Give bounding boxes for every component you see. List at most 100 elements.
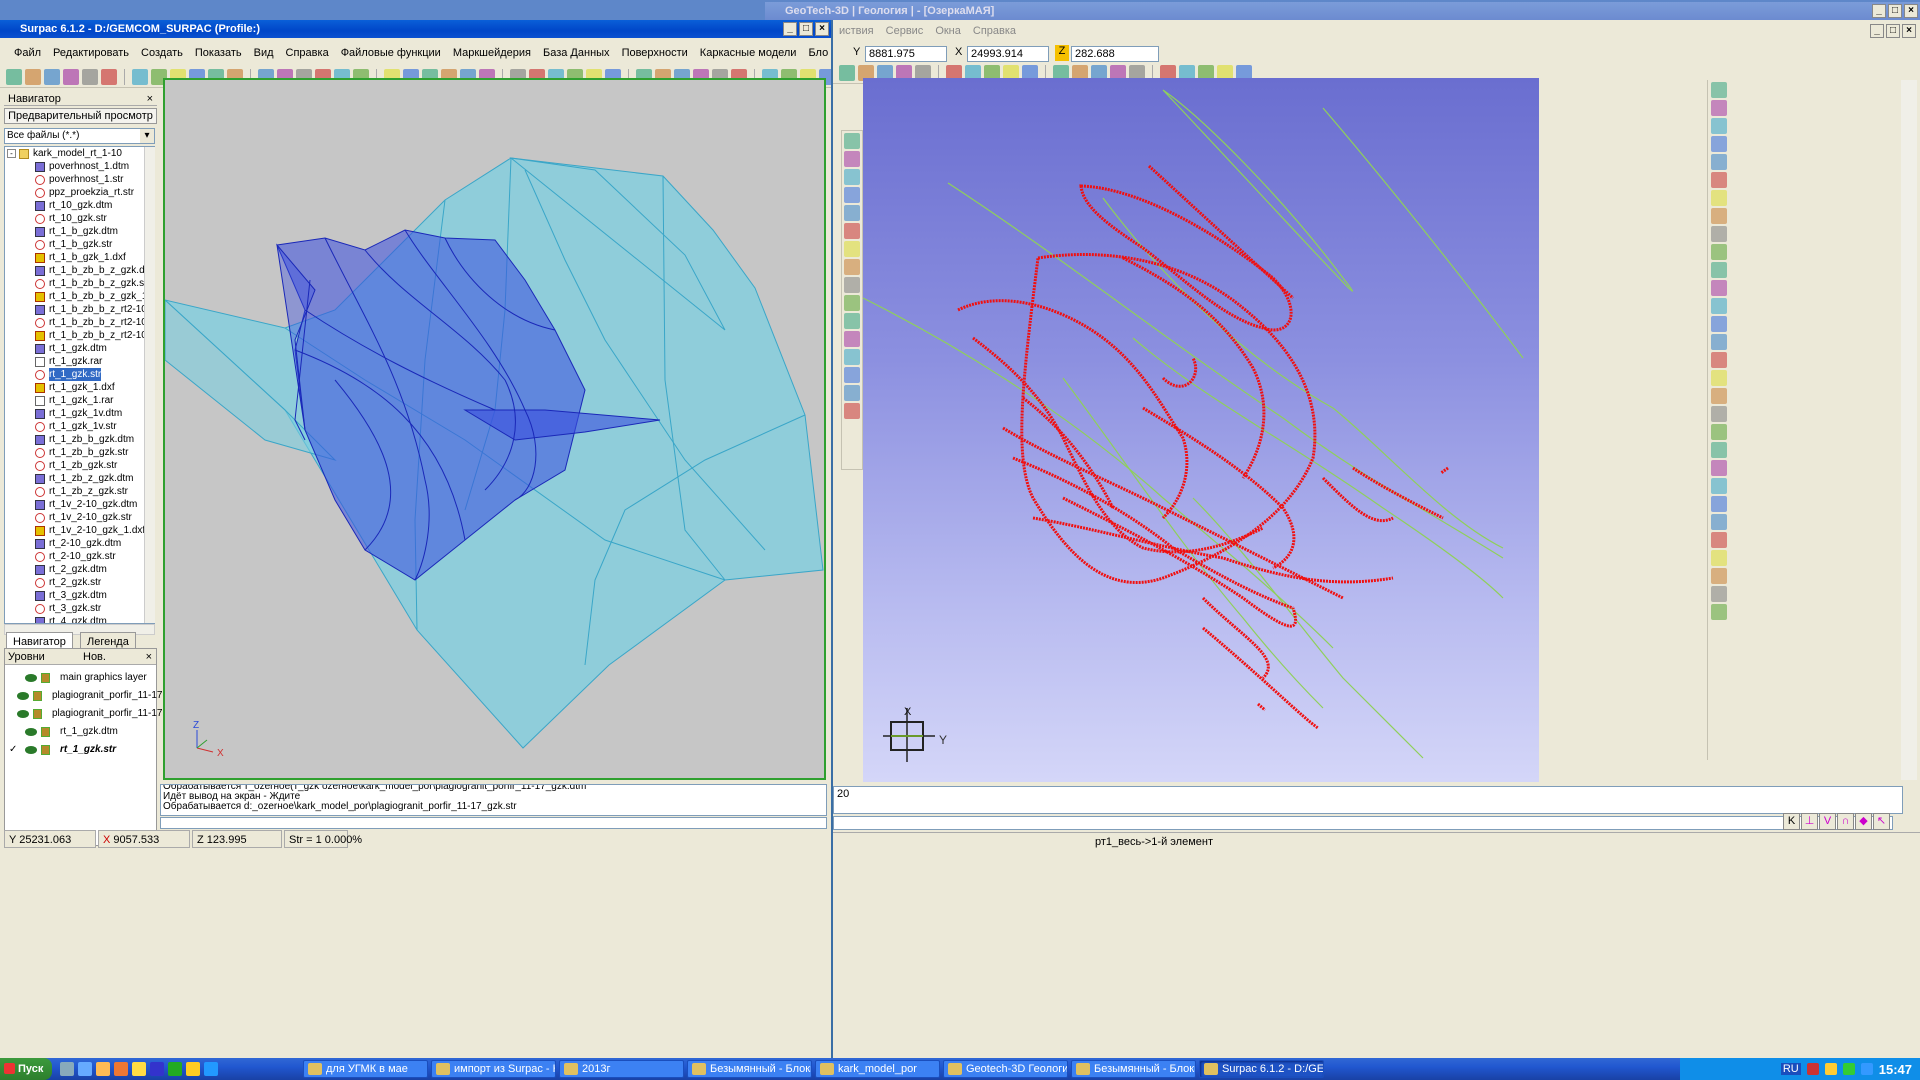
- file-item[interactable]: rt_1_b_zb_b_z_rt2-10_: [5, 303, 154, 316]
- file-item[interactable]: rt_1_zb_b_gzk.dtm: [5, 433, 154, 446]
- file-item[interactable]: rt_1_b_gzk.str: [5, 238, 154, 251]
- close-button[interactable]: ×: [815, 22, 829, 36]
- clock[interactable]: 15:47: [1879, 1062, 1912, 1077]
- file-item[interactable]: rt_2-10_gzk.str: [5, 550, 154, 563]
- file-item[interactable]: rt_1_gzk_1.rar: [5, 394, 154, 407]
- menu-item[interactable]: Маркшейдерия: [447, 47, 537, 59]
- layer-item[interactable]: main graphics layer: [5, 669, 156, 687]
- toolbar-tool-icon[interactable]: [1710, 586, 1727, 602]
- collapse-icon[interactable]: -: [7, 149, 16, 158]
- toolbar-tool-icon[interactable]: [844, 403, 860, 419]
- word-icon[interactable]: [150, 1062, 164, 1076]
- file-item[interactable]: rt_1_b_zb_b_z_gzk.str: [5, 277, 154, 290]
- toolbar-tool-icon[interactable]: [1710, 298, 1727, 314]
- lock-icon[interactable]: [33, 709, 42, 719]
- start-button[interactable]: Пуск: [0, 1058, 52, 1080]
- toolbar-tool-icon[interactable]: [1710, 226, 1727, 242]
- close-button[interactable]: ×: [1904, 4, 1918, 18]
- toolbar-tool-icon[interactable]: [844, 151, 860, 167]
- menu-item[interactable]: иствия: [833, 25, 880, 37]
- menu-item[interactable]: Редактировать: [47, 47, 135, 59]
- navigator-close-icon[interactable]: ×: [147, 92, 153, 106]
- toolbar-tool-icon[interactable]: [844, 259, 860, 275]
- taskbar-button[interactable]: Surpac 6.1.2 - D:/GE...: [1199, 1060, 1324, 1078]
- file-item[interactable]: rt_1v_2-10_gzk_1.dxf: [5, 524, 154, 537]
- coord-x-input[interactable]: [967, 46, 1049, 62]
- toolbar-tool-icon[interactable]: [1710, 460, 1727, 476]
- snap-button[interactable]: V: [1819, 813, 1836, 830]
- menu-item[interactable]: Показать: [189, 47, 248, 59]
- file-item[interactable]: rt_4_gzk.dtm: [5, 615, 154, 623]
- excel-icon[interactable]: [168, 1062, 182, 1076]
- menu-item[interactable]: Файл: [8, 47, 47, 59]
- toolbar-tool-icon[interactable]: [1710, 406, 1727, 422]
- menu-item[interactable]: Поверхности: [616, 47, 694, 59]
- menu-item[interactable]: Справка: [280, 47, 335, 59]
- maximize-button[interactable]: □: [799, 22, 813, 36]
- file-item[interactable]: rt_3_gzk.str: [5, 602, 154, 615]
- menu-item[interactable]: Каркасные модели: [694, 47, 803, 59]
- file-item[interactable]: ppz_proekzia_rt.str: [5, 186, 154, 199]
- quicklaunch-icon[interactable]: [78, 1062, 92, 1076]
- file-item[interactable]: rt_1_zb_gzk.str: [5, 459, 154, 472]
- file-item[interactable]: rt_1_gzk_1.dxf: [5, 381, 154, 394]
- toolbar-tool-icon[interactable]: [1710, 568, 1727, 584]
- taskbar-button[interactable]: импорт из Surpac - Ка...: [431, 1060, 556, 1078]
- file-item[interactable]: rt_1_b_zb_b_z_rt2-10_: [5, 316, 154, 329]
- menu-item[interactable]: Окна: [929, 25, 967, 37]
- file-item[interactable]: rt_1_gzk_1v.dtm: [5, 407, 154, 420]
- toolbar-tool-icon[interactable]: [1710, 496, 1727, 512]
- lock-icon[interactable]: [41, 745, 50, 755]
- tree-root[interactable]: - kark_model_rt_1-10: [5, 147, 154, 160]
- toolbar-tool-icon[interactable]: [1710, 154, 1727, 170]
- toolbar-tool-icon[interactable]: [844, 385, 860, 401]
- tree-vscrollbar[interactable]: [144, 147, 155, 623]
- file-item[interactable]: rt_1_zb_z_gzk.str: [5, 485, 154, 498]
- file-item[interactable]: rt_10_gzk.str: [5, 212, 154, 225]
- snap-button[interactable]: ∩: [1837, 813, 1854, 830]
- geotech-titlebar[interactable]: GeoTech-3D | Геология | - [ОзеркаМАЯ] _ …: [765, 2, 1920, 20]
- visibility-eye-icon[interactable]: [17, 710, 29, 718]
- message-console[interactable]: Обрабатывается т_ozerное(т_gzk ozerное\k…: [160, 784, 827, 816]
- snap-button[interactable]: ⊥: [1801, 813, 1818, 830]
- toolbar-tool-icon[interactable]: [63, 68, 79, 85]
- snap-button[interactable]: K: [1783, 813, 1800, 830]
- new-layer-button[interactable]: Нов.: [83, 649, 106, 665]
- toolbar-tool-icon[interactable]: [844, 169, 860, 185]
- surpac-viewport[interactable]: Z X: [163, 78, 826, 780]
- layer-check-icon[interactable]: ✓: [9, 741, 17, 759]
- layer-item[interactable]: ✓ rt_1_gzk.str: [5, 741, 156, 759]
- minimize-button[interactable]: _: [783, 22, 797, 36]
- toolbar-tool-icon[interactable]: [1710, 532, 1727, 548]
- file-item[interactable]: rt_1_gzk.rar: [5, 355, 154, 368]
- toolbar-tool-icon[interactable]: [44, 68, 60, 85]
- minimize-button[interactable]: _: [1872, 4, 1886, 18]
- toolbar-tool-icon[interactable]: [844, 277, 860, 293]
- toolbar-tool-icon[interactable]: [844, 313, 860, 329]
- layers-close-icon[interactable]: ×: [146, 649, 152, 665]
- geotech-command-output[interactable]: 20: [833, 786, 1903, 814]
- taskbar-button[interactable]: для УГМК в мае: [303, 1060, 428, 1078]
- file-item[interactable]: rt_1_gzk.str: [5, 368, 154, 381]
- surpac-titlebar[interactable]: Surpac 6.1.2 - D:/GEMCOM_SURPAC (Profile…: [0, 20, 831, 38]
- menu-item[interactable]: Файловые функции: [335, 47, 447, 59]
- file-item[interactable]: rt_1_zb_z_gzk.dtm: [5, 472, 154, 485]
- file-item[interactable]: rt_1_b_zb_b_z_rt2-10_: [5, 329, 154, 342]
- ie-icon[interactable]: [204, 1062, 218, 1076]
- toolbar-tool-icon[interactable]: [132, 68, 148, 85]
- toolbar-tool-icon[interactable]: [1710, 244, 1727, 260]
- toolbar-tool-icon[interactable]: [1710, 172, 1727, 188]
- coord-z-input[interactable]: [1071, 46, 1159, 62]
- file-item[interactable]: rt_1_b_zb_b_z_gzk.dtr: [5, 264, 154, 277]
- toolbar-tool-icon[interactable]: [1710, 514, 1727, 530]
- preview-button[interactable]: Предварительный просмотр: [4, 108, 157, 124]
- taskbar-button[interactable]: 2013г: [559, 1060, 684, 1078]
- toolbar-tool-icon[interactable]: [1710, 604, 1727, 620]
- toolbar-tool-icon[interactable]: [1710, 424, 1727, 440]
- command-input[interactable]: [160, 817, 827, 829]
- visibility-eye-icon[interactable]: [25, 746, 37, 754]
- geotech-viewport[interactable]: X Y: [863, 78, 1539, 782]
- file-filter-select[interactable]: Все файлы (*.*) ▾: [4, 128, 155, 144]
- language-indicator[interactable]: RU: [1780, 1063, 1801, 1075]
- lock-icon[interactable]: [41, 727, 50, 737]
